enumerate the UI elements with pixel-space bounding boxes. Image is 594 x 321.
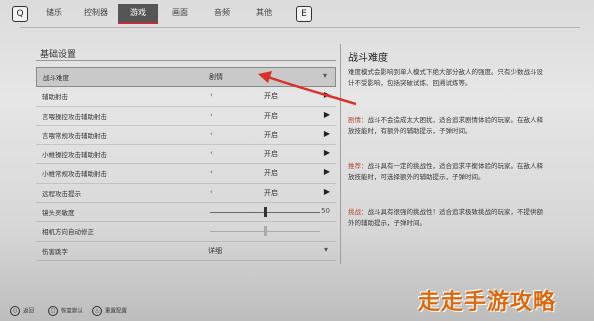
dropdown-value[interactable]: 剧情 — [209, 72, 223, 82]
arrow-left-icon[interactable]: ‹ — [210, 91, 213, 99]
section-title: 基础设置 — [40, 50, 77, 60]
description-panel: 战斗难度 难度模式会影响到单人模式下绝大部分敌人的强度。只有少数战斗设计不受影响… — [348, 45, 584, 265]
left-bumper-key-icon[interactable]: Q — [12, 6, 28, 22]
paragraph-text: 战斗不会造成太大困扰，适合追求剧情体验的玩家。在敌人释放技能时，有额外的辅助提示… — [348, 116, 543, 135]
description-paragraph: 挑战：战斗具有很强的挑战性！适合追求极致挑战的玩家，不提供额外的辅助提示，子弹时… — [348, 207, 548, 229]
settings-tabs: 储乐 控制器 游戏 画面 音频 其他 — [34, 4, 284, 24]
setting-row[interactable]: 小帷操控攻击辅助射击 ‹ 开启 ▶ — [36, 145, 336, 165]
setting-label: 伤害跳字 — [42, 247, 68, 256]
tab-4[interactable]: 音频 — [202, 4, 242, 24]
arrow-right-icon[interactable]: ▶ — [324, 129, 330, 138]
controller-button-icon: △ — [92, 306, 102, 316]
paragraph-text: 难度模式会影响到单人模式下绝大部分敌人的强度。只有少数战斗设计不受影响，包括突破… — [348, 68, 543, 87]
arrow-left-icon[interactable]: ‹ — [210, 111, 213, 119]
setting-label: 言喂操控攻击辅助射击 — [42, 112, 107, 121]
setting-label: 小帷操控攻击辅助射击 — [42, 151, 107, 160]
description-paragraph: 推荐：战斗具有一定的挑战性，适合追求平衡体验的玩家。在敌人释放技能时，可选择额外… — [348, 161, 548, 183]
setting-value: 开启 — [264, 169, 278, 178]
chevron-down-icon[interactable]: ▾ — [323, 71, 327, 80]
setting-row[interactable]: 辅助射击 ‹ 开启 ▶ — [36, 87, 336, 107]
setting-label: 战斗难度 — [43, 74, 69, 82]
setting-value: 开启 — [264, 150, 278, 159]
arrow-left-icon[interactable]: ‹ — [210, 168, 213, 176]
controller-button-icon: ○ — [10, 306, 20, 316]
setting-row[interactable]: 小帷常规攻击辅助射击 ‹ 开启 ▶ — [36, 164, 336, 184]
difficulty-label: 剧情： — [348, 116, 368, 124]
setting-label: 言喂常规攻击辅助射击 — [42, 131, 107, 140]
hint-label: 返回 — [23, 308, 35, 315]
tab-2[interactable]: 游戏 — [118, 4, 158, 24]
setting-label: 镜头灵敏度 — [42, 209, 75, 218]
control-hint[interactable]: ○ 返回 — [10, 306, 34, 316]
topbar-divider — [20, 27, 580, 28]
top-navigation-bar: Q 储乐 控制器 游戏 画面 音频 其他 E — [0, 0, 594, 28]
arrow-right-icon[interactable]: ▶ — [324, 148, 330, 157]
tab-0[interactable]: 储乐 — [34, 4, 74, 24]
paragraph-text: 战斗具有很强的挑战性！适合追求极致挑战的玩家，不提供额外的辅助提示，子弹时间。 — [348, 208, 543, 227]
arrow-left-icon[interactable]: ‹ — [210, 149, 213, 157]
setting-label: 辅助射击 — [42, 93, 68, 102]
arrow-left-icon[interactable]: ‹ — [210, 130, 213, 138]
panel-divider — [340, 44, 341, 264]
setting-row[interactable]: 言喂常规攻击辅助射击 ‹ 开启 ▶ — [36, 126, 336, 146]
difficulty-label: 推荐： — [348, 162, 368, 170]
setting-row[interactable]: 言喂操控攻击辅助射击 ‹ 开启 ▶ — [36, 107, 336, 126]
setting-label: 远程攻击提示 — [42, 189, 81, 198]
description-paragraph: 难度模式会影响到单人模式下绝大部分敌人的强度。只有少数战斗设计不受影响，包括突破… — [348, 67, 548, 89]
setting-row[interactable]: 远程攻击提示 ‹ 开启 ▶ — [36, 184, 336, 204]
arrow-right-icon[interactable]: ▶ — [324, 187, 330, 196]
arrow-right-icon[interactable]: ▶ — [324, 110, 330, 119]
tab-3[interactable]: 画面 — [160, 4, 200, 24]
arrow-right-icon[interactable]: ▶ — [324, 167, 330, 176]
description-title: 战斗难度 — [348, 53, 388, 64]
bottom-hint-bar: ○ 返回 □ 恢复默认 △ 重置配置 — [0, 298, 400, 318]
settings-list: 战斗难度 剧情 ▾ 辅助射击 ‹ 开启 ▶ 言喂操控攻击辅助射击 ‹ 开启 ▶ 言喂常规攻击辅助射击 ‹… — [36, 67, 336, 261]
chevron-down-icon[interactable]: ▾ — [324, 245, 328, 254]
right-bumper-key-icon[interactable]: E — [296, 6, 312, 22]
dropdown-value[interactable]: 详细 — [208, 246, 222, 256]
hint-label: 恢复默认 — [61, 308, 84, 315]
slider-value: 50 — [321, 207, 330, 216]
setting-label: 小帷常规攻击辅助射击 — [42, 170, 107, 179]
hint-label: 重置配置 — [105, 308, 128, 315]
arrow-left-icon[interactable]: ‹ — [210, 188, 213, 196]
setting-value: 开启 — [264, 111, 278, 120]
arrow-right-icon[interactable]: ▶ — [324, 90, 330, 99]
setting-row[interactable]: 伤害跳字 详细 ▾ — [36, 242, 336, 261]
setting-value: 开启 — [264, 188, 278, 197]
site-watermark: 走走手游攻略 — [418, 290, 557, 315]
tab-5[interactable]: 其他 — [244, 4, 284, 24]
setting-label: 相机方向自动修正 — [42, 228, 94, 237]
difficulty-label: 挑战： — [348, 208, 368, 216]
description-paragraph: 剧情：战斗不会造成太大困扰，适合追求剧情体验的玩家。在敌人释放技能时，有额外的辅… — [348, 115, 548, 137]
control-hint[interactable]: □ 恢复默认 — [48, 306, 83, 316]
setting-row[interactable]: 相机方向自动修正 — [36, 222, 336, 242]
tab-1[interactable]: 控制器 — [76, 4, 116, 24]
controller-button-icon: □ — [48, 306, 58, 316]
setting-row[interactable]: 镜头灵敏度 50 — [36, 203, 336, 223]
section-divider — [36, 60, 336, 61]
slider-thumb[interactable] — [264, 207, 267, 218]
setting-value: 开启 — [264, 92, 278, 101]
paragraph-text: 战斗具有一定的挑战性，适合追求平衡体验的玩家。在敌人释放技能时，可选择额外的辅助… — [348, 162, 543, 181]
control-hint[interactable]: △ 重置配置 — [92, 306, 127, 316]
setting-row[interactable]: 战斗难度 剧情 ▾ — [36, 67, 336, 88]
settings-panel: 基础设置 战斗难度 剧情 ▾ 辅助射击 ‹ 开启 ▶ 言喂操控攻击辅助射击 ‹ 开启 ▶ 言喂常规攻击… — [28, 45, 338, 275]
setting-value: 开启 — [264, 130, 278, 139]
slider-thumb[interactable] — [264, 226, 267, 237]
